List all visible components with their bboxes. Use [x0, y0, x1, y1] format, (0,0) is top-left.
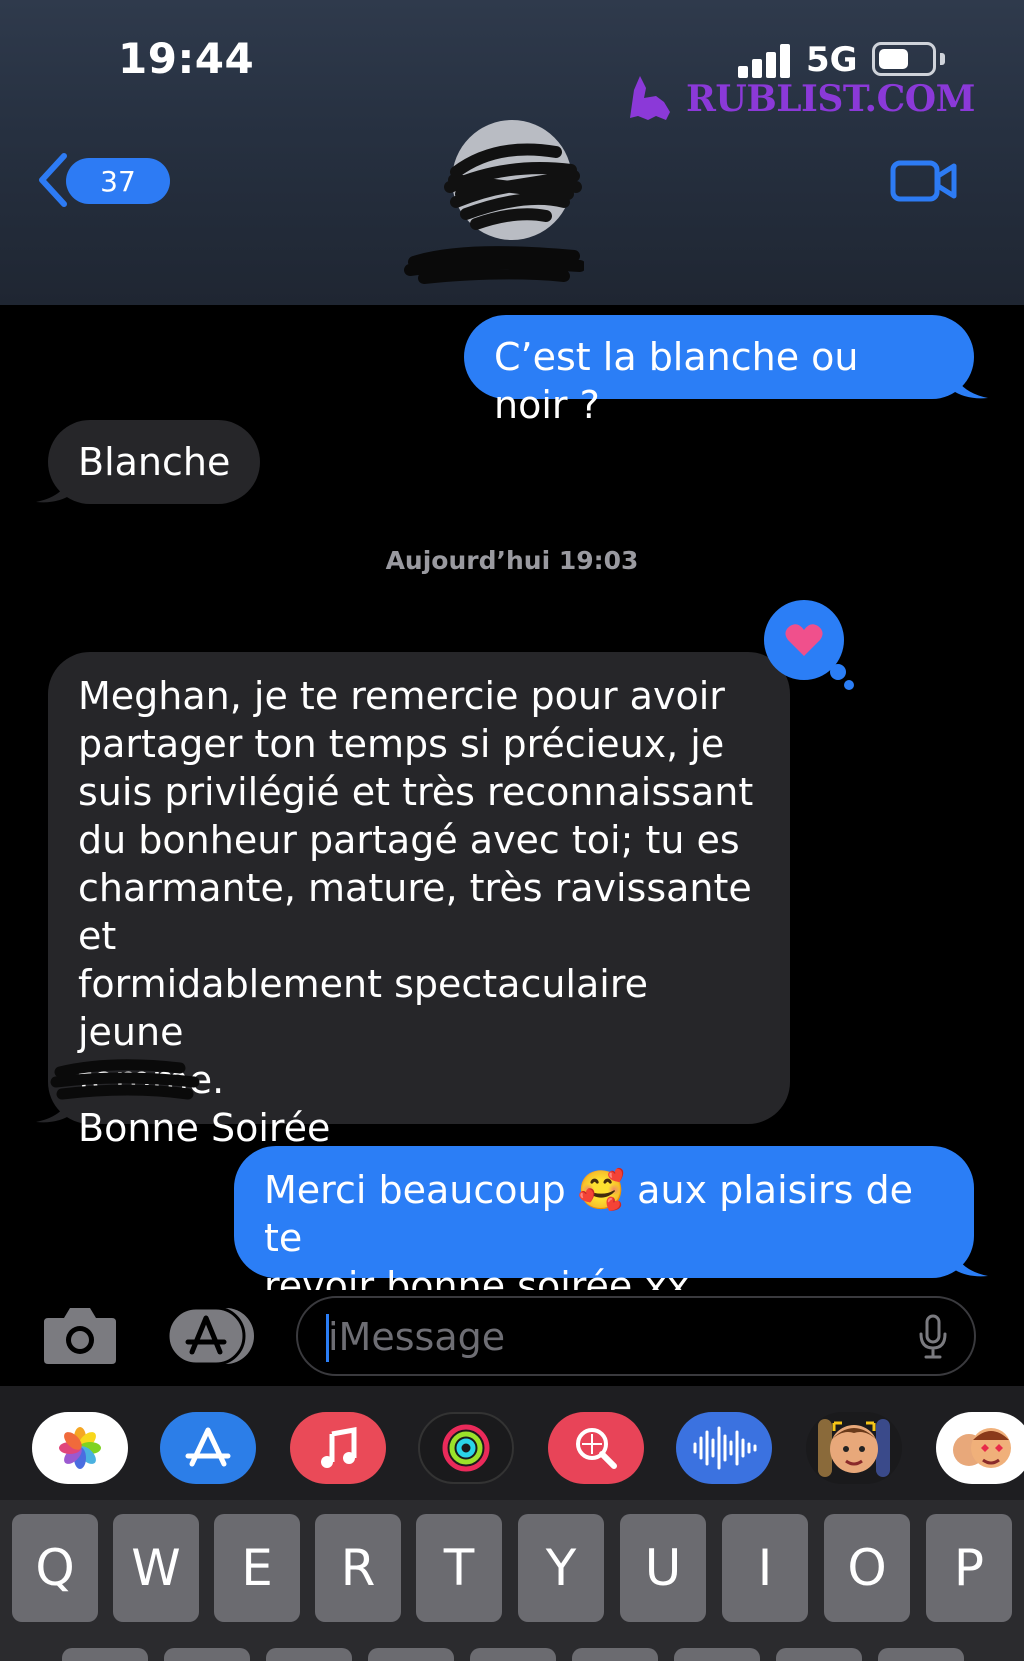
message-input-field[interactable]: [296, 1296, 976, 1376]
message-line: suis privilégié et très reconnaissant: [78, 770, 754, 814]
waveform-glyph: [693, 1426, 757, 1470]
message-text: C’est la blanche ou noir ?: [494, 335, 859, 427]
message-line: formidablement spectaculaire jeune: [78, 962, 648, 1054]
watermark-logo: RUBLIST.COM: [626, 68, 975, 128]
battery-level: [879, 49, 908, 69]
key-second-row[interactable]: [368, 1648, 454, 1661]
timestamp: Aujourd’hui 19:03: [385, 546, 639, 575]
camera-icon[interactable]: [42, 1304, 118, 1366]
key-second-row[interactable]: [164, 1648, 250, 1661]
key-w[interactable]: W: [113, 1514, 199, 1622]
contact-name-redaction: [404, 246, 584, 284]
key-second-row[interactable]: [266, 1648, 352, 1661]
video-call-icon[interactable]: [890, 158, 958, 204]
message-line: Meghan, je te remercie pour avoir: [78, 674, 725, 718]
app-store-glyph: [185, 1427, 231, 1467]
signature-redaction: [50, 1059, 200, 1100]
tapback-dot: [844, 680, 854, 690]
key-i[interactable]: I: [722, 1514, 808, 1622]
key-second-row[interactable]: [62, 1648, 148, 1661]
message-line: Merci beaucoup 🥰 aux plaisirs de te: [264, 1168, 913, 1260]
image-search-icon[interactable]: [548, 1412, 644, 1484]
music-icon[interactable]: [290, 1412, 386, 1484]
heart-icon: [785, 624, 823, 656]
key-second-row[interactable]: [470, 1648, 556, 1661]
watermark-text: RUBLIST.COM: [686, 78, 975, 120]
animoji-stickers-icon[interactable]: [936, 1412, 1024, 1484]
message-line: du bonheur partagé avec toi; tu es: [78, 818, 740, 862]
key-q[interactable]: Q: [12, 1514, 98, 1622]
message-outgoing[interactable]: Merci beaucoup 🥰 aux plaisirs de te revo…: [234, 1146, 974, 1308]
key-y[interactable]: Y: [518, 1514, 604, 1622]
message-line: charmante, mature, très ravissante et: [78, 866, 752, 958]
unread-count-badge: 37: [66, 158, 170, 204]
photos-flower: [59, 1427, 101, 1469]
tapback-dot: [830, 664, 846, 680]
bubble-tail: [952, 368, 988, 399]
animoji-face: [953, 1428, 1011, 1468]
battery-cap: [940, 53, 945, 65]
message-text: Blanche: [78, 440, 231, 484]
key-second-row[interactable]: [674, 1648, 760, 1661]
photos-icon[interactable]: [32, 1412, 128, 1484]
magnifier-glyph: [576, 1428, 617, 1469]
conversation-header: 19:44 5G RUBLIST.COM 37: [0, 0, 1024, 305]
message-incoming[interactable]: Blanche: [48, 420, 260, 504]
watermark-icon: [630, 76, 670, 120]
message-line: Bonne Soirée: [78, 1106, 331, 1150]
bubble-tail: [36, 472, 72, 503]
bubble-tail: [952, 1246, 988, 1277]
message-outgoing[interactable]: C’est la blanche ou noir ?: [464, 315, 974, 427]
key-o[interactable]: O: [824, 1514, 910, 1622]
back-button[interactable]: 37: [36, 150, 170, 210]
key-second-row[interactable]: [572, 1648, 658, 1661]
key-second-row[interactable]: [776, 1648, 862, 1661]
key-e[interactable]: E: [214, 1514, 300, 1622]
microphone-icon[interactable]: [918, 1314, 948, 1360]
key-t[interactable]: T: [416, 1514, 502, 1622]
key-second-row[interactable]: [878, 1648, 964, 1661]
audio-icon[interactable]: [676, 1412, 772, 1484]
key-p[interactable]: P: [926, 1514, 1012, 1622]
message-line: partager ton temps si précieux, je: [78, 722, 725, 766]
key-r[interactable]: R: [315, 1514, 401, 1622]
app-store-toggle-icon[interactable]: [166, 1306, 256, 1366]
message-input[interactable]: [328, 1310, 888, 1364]
app-store-icon[interactable]: [160, 1412, 256, 1484]
activity-icon[interactable]: [418, 1412, 514, 1484]
status-time: 19:44: [118, 34, 255, 83]
music-note-glyph: [321, 1427, 357, 1468]
redaction-scribble: [444, 143, 582, 230]
memoji-face: [818, 1419, 890, 1477]
activity-rings: [442, 1424, 490, 1472]
memoji-icon[interactable]: [806, 1412, 902, 1484]
chevron-left-icon: [39, 153, 67, 207]
key-u[interactable]: U: [620, 1514, 706, 1622]
